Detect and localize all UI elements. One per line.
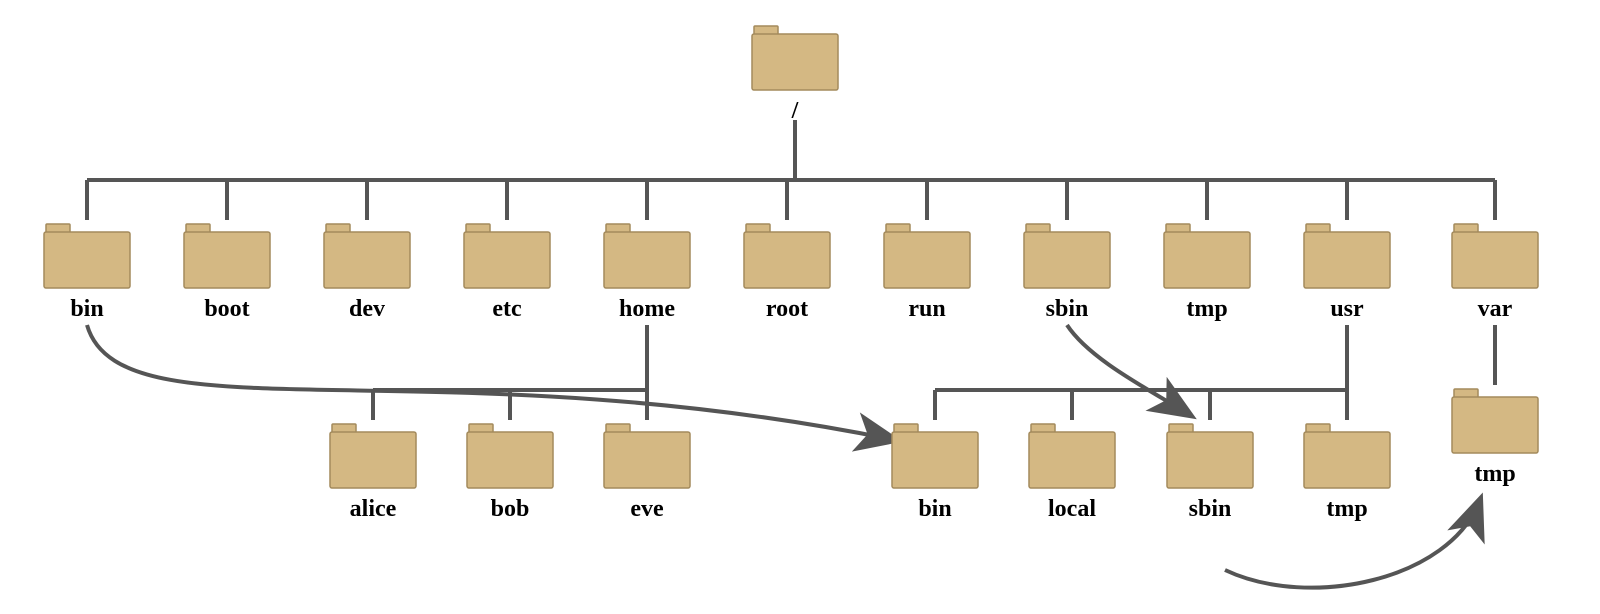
folder-boot: boot [182,220,272,323]
folder-label: root [766,296,808,323]
folder-label: alice [350,496,397,523]
folder-icon [1302,420,1392,490]
folder-label: tmp [1474,461,1515,488]
folder-usr-tmp: tmp [1302,420,1392,523]
folder-label: sbin [1046,296,1089,323]
folder-label: var [1478,296,1513,323]
folder-label: dev [349,296,385,323]
folder-label: run [908,296,945,323]
folder-label: bin [918,496,951,523]
folder-bin: bin [42,220,132,323]
folder-icon [1450,385,1540,455]
folder-icon [465,420,555,490]
filesystem-tree-diagram: / bin boot dev etc home root run sbin tm… [0,0,1600,614]
folder-usr-bin: bin [890,420,980,523]
folder-label: local [1048,496,1096,523]
folder-root: / [750,22,840,125]
folder-root-dir: root [742,220,832,323]
folder-label-root: / [792,98,799,125]
folder-label: tmp [1326,496,1367,523]
folder-label: bin [70,296,103,323]
folder-var-tmp: tmp [1450,385,1540,488]
folder-tmp: tmp [1162,220,1252,323]
folder-label: eve [630,496,663,523]
folder-icon [890,420,980,490]
folder-icon [1022,220,1112,290]
folder-usr: usr [1302,220,1392,323]
folder-alice: alice [328,420,418,523]
folder-usr-local: local [1027,420,1117,523]
folder-dev: dev [322,220,412,323]
folder-sbin: sbin [1022,220,1112,323]
folder-label: sbin [1189,496,1232,523]
folder-icon [328,420,418,490]
folder-usr-sbin: sbin [1165,420,1255,523]
folder-etc: etc [462,220,552,323]
folder-run: run [882,220,972,323]
folder-icon [750,22,840,92]
folder-eve: eve [602,420,692,523]
folder-icon [882,220,972,290]
folder-bob: bob [465,420,555,523]
folder-icon [1027,420,1117,490]
folder-label: etc [492,296,521,323]
folder-label: home [619,296,675,323]
folder-icon [602,420,692,490]
folder-var: var [1450,220,1540,323]
folder-icon [1302,220,1392,290]
folder-home: home [602,220,692,323]
folder-icon [322,220,412,290]
folder-icon [602,220,692,290]
folder-label: tmp [1186,296,1227,323]
folder-icon [182,220,272,290]
folder-icon [1165,420,1255,490]
folder-label: boot [204,296,249,323]
folder-icon [462,220,552,290]
folder-label: usr [1330,296,1363,323]
folder-icon [742,220,832,290]
folder-icon [1450,220,1540,290]
folder-icon [1162,220,1252,290]
folder-icon [42,220,132,290]
folder-label: bob [491,496,530,523]
